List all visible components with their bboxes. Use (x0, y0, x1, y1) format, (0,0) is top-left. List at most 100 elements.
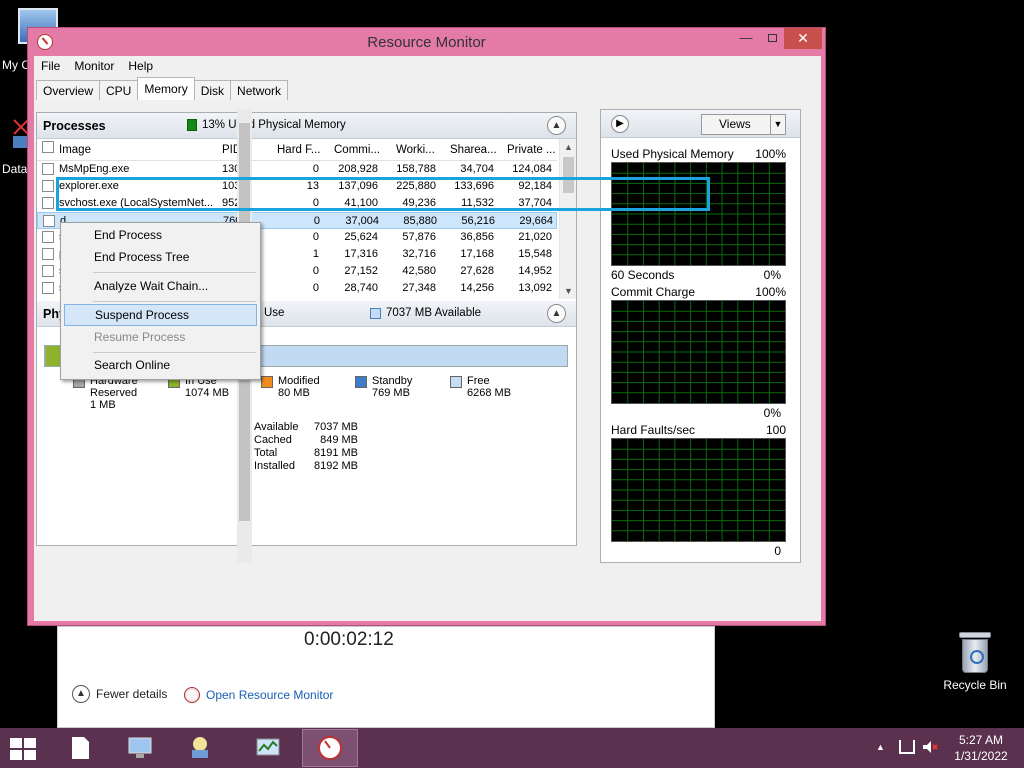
process-row[interactable]: explorer.exe 1032 13 137,096 225,880 133,696 9… (37, 178, 557, 195)
desktop-icon-recycle-bin[interactable]: Recycle Bin (940, 630, 1010, 692)
tab-disk[interactable]: Disk (193, 80, 232, 100)
select-all-checkbox[interactable] (42, 141, 54, 153)
legend-modified-value: 80 MB (278, 387, 310, 399)
legend-modified-label: Modified (278, 375, 320, 387)
process-checkbox[interactable] (42, 180, 54, 192)
cell-commit: 37,004 (345, 215, 379, 227)
taskbar-file-explorer[interactable] (52, 729, 108, 767)
process-checkbox[interactable] (42, 282, 54, 294)
memory-stats: Available 7037 MB Cached 849 MB Total 8191 … (254, 421, 358, 473)
title-bar[interactable]: Resource Monitor — ✕ (28, 28, 825, 56)
menu-file[interactable]: File (34, 56, 67, 78)
tab-network[interactable]: Network (230, 80, 289, 100)
legend-hardware-value: 1 MB (90, 399, 116, 411)
taskbar-resource-monitor[interactable] (302, 729, 358, 767)
menu-item-end-process-tree[interactable]: End Process Tree (64, 247, 257, 269)
views-button[interactable]: Views ▼ (701, 114, 786, 135)
tab-memory[interactable]: Memory (137, 77, 195, 100)
processes-column-header: Image PID Hard F... Commi... Worki... Sh… (37, 139, 557, 161)
menu-item-analyze-wait-chain[interactable]: Analyze Wait Chain... (64, 276, 257, 298)
graph-gridlines (612, 163, 785, 265)
available-summary-text: 7037 MB Available (386, 307, 482, 319)
close-button[interactable]: ✕ (784, 28, 822, 49)
taskbar-computer[interactable] (112, 729, 168, 767)
scroll-up-icon[interactable]: ▲ (560, 139, 577, 155)
cell-working-set: 27,348 (402, 282, 436, 294)
graph-gridlines (612, 301, 785, 403)
graph-title-hard-faults: Hard Faults/sec (611, 423, 696, 437)
process-row[interactable]: MsMpEng.exe 1308 0 208,928 158,788 34,704 124,… (37, 161, 557, 178)
cell-private: 29,664 (519, 215, 553, 227)
cell-private: 13,092 (518, 282, 552, 294)
desktop-icon-label: Data (2, 162, 28, 176)
column-shareable[interactable]: Sharea... (450, 144, 497, 156)
menu-item-end-process[interactable]: End Process (64, 225, 257, 247)
document-icon (72, 737, 89, 759)
process-checkbox[interactable] (42, 265, 54, 277)
resource-monitor-icon (318, 736, 342, 760)
network-tray-icon[interactable] (899, 740, 915, 754)
desktop-icon-data[interactable]: Data (0, 118, 30, 176)
graph-max-used-physical-memory: 100% (755, 147, 786, 161)
cell-hard-faults: 0 (312, 231, 319, 243)
computer-icon (128, 737, 152, 758)
scroll-down-icon[interactable]: ▼ (560, 283, 577, 299)
collapse-graphs-button[interactable]: ▶ (611, 115, 629, 133)
cell-working-set: 42,580 (402, 265, 436, 277)
process-checkbox[interactable] (42, 163, 54, 175)
physical-memory-available-summary: 7037 MB Available (370, 307, 481, 319)
process-checkbox[interactable] (43, 215, 55, 227)
tab-strip: Overview CPU Memory Disk Network (36, 77, 289, 100)
legend-swatch (450, 376, 462, 388)
minimize-button[interactable]: — (732, 28, 760, 49)
system-clock[interactable]: 5:27 AM 1/31/2022 (946, 732, 1016, 764)
processes-header[interactable]: Processes 13% Used Physical Memory ▲ (37, 113, 576, 139)
volume-muted-icon[interactable] (922, 740, 938, 754)
resource-monitor-icon (184, 687, 200, 703)
taskbar-performance[interactable] (240, 729, 296, 767)
desktop-icon-label: Recycle Bin (943, 678, 1007, 692)
cell-shareable: 34,704 (460, 163, 494, 175)
maximize-button[interactable] (758, 28, 786, 49)
menu-monitor[interactable]: Monitor (67, 56, 121, 78)
scroll-thumb[interactable] (563, 157, 574, 193)
clock-date: 1/31/2022 (954, 749, 1008, 763)
windows-logo-pane (24, 750, 36, 760)
menu-help[interactable]: Help (121, 56, 160, 78)
process-checkbox[interactable] (42, 231, 54, 243)
cell-image: explorer.exe (59, 180, 119, 192)
memory-usage-indicator-icon (187, 119, 197, 131)
graph-pane: ▶ Views ▼ Used Physical Memory 100% 60 S… (600, 109, 801, 563)
process-checkbox[interactable] (42, 197, 54, 209)
process-checkbox[interactable] (42, 248, 54, 260)
tab-cpu[interactable]: CPU (99, 80, 139, 100)
cell-commit: 41,100 (344, 197, 378, 209)
cell-hard-faults: 0 (312, 163, 319, 175)
commit-charge-graph (611, 300, 786, 404)
fewer-details-button[interactable]: ▲ Fewer details (72, 685, 167, 703)
column-private[interactable]: Private ... (507, 144, 556, 156)
processes-scrollbar[interactable]: ▲ ▼ (559, 139, 576, 299)
menu-item-search-online[interactable]: Search Online (64, 355, 257, 377)
taskbar-network[interactable] (172, 729, 228, 767)
menu-separator (93, 301, 256, 302)
recycle-bin-icon (959, 630, 991, 674)
legend-free: Free 6268 MB (450, 375, 511, 399)
process-row[interactable]: svchost.exe (LocalSystemNet... 952 0 41,100… (37, 195, 557, 212)
column-commit[interactable]: Commi... (334, 144, 380, 156)
start-button[interactable] (10, 738, 38, 760)
stat-label: Available (254, 421, 299, 433)
tab-overview[interactable]: Overview (36, 80, 101, 100)
physical-memory-used-summary: Use (264, 307, 285, 319)
chevron-up-icon[interactable]: ▲ (876, 742, 885, 752)
menu-item-suspend-process[interactable]: Suspend Process (64, 304, 257, 326)
collapse-processes-button[interactable]: ▲ (547, 116, 566, 135)
cell-commit: 17,316 (344, 248, 378, 260)
column-hard-faults[interactable]: Hard F... (277, 144, 320, 156)
open-resource-monitor-link[interactable]: Open Resource Monitor (184, 687, 333, 703)
column-image[interactable]: Image (59, 144, 91, 156)
collapse-memory-button[interactable]: ▲ (547, 304, 566, 323)
column-working-set[interactable]: Worki... (396, 144, 435, 156)
menu-separator (93, 352, 256, 353)
window-title: Resource Monitor (367, 34, 486, 51)
